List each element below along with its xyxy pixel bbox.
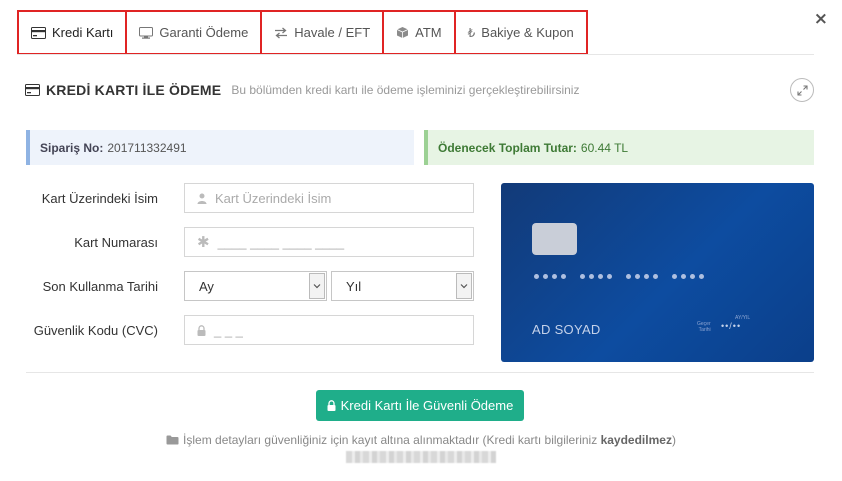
note-bold: kaydedilmez [600, 433, 672, 447]
card-holder-name: AD SOYAD [532, 322, 601, 337]
tab-divider [17, 54, 814, 55]
card-expiry-value: ••/•• [721, 321, 742, 331]
box-icon [396, 26, 409, 39]
secure-pay-label: Kredi Kartı İle Güvenli Ödeme [340, 398, 514, 413]
tab-credit-card[interactable]: Kredi Kartı [17, 10, 128, 55]
card-name-label: Kart Üzerindeki İsim [41, 191, 158, 206]
tab-balance-coupon[interactable]: ₺ Bakiye & Kupon [453, 10, 588, 55]
credit-card-icon [31, 26, 46, 39]
card-name-placeholder: Kart Üzerindeki İsim [215, 190, 332, 206]
credit-card-icon [25, 84, 40, 96]
card-number-dots [534, 274, 704, 279]
tab-atm[interactable]: ATM [382, 10, 456, 55]
cvc-label: Güvenlik Kodu (CVC) [33, 323, 158, 338]
user-icon [197, 193, 207, 204]
cvc-placeholder: _ _ _ [214, 322, 243, 338]
card-number-label: Kart Numarası [74, 235, 158, 250]
month-value: Ay [199, 278, 214, 294]
page-subtitle: Bu bölümden kredi kartı ile ödeme işlemi… [231, 83, 580, 97]
card-number-placeholder: ____ ____ ____ ____ [217, 234, 345, 250]
security-note: İşlem detayları güvenliğiniz için kayıt … [0, 433, 842, 447]
tab-transfer-eft[interactable]: Havale / EFT [260, 10, 385, 55]
lock-icon [327, 400, 336, 411]
redacted-text [346, 451, 496, 463]
note-suffix: ) [671, 433, 676, 447]
page-title: KREDİ KARTI İLE ÖDEME [46, 82, 222, 98]
cvc-input[interactable]: _ _ _ [184, 315, 474, 345]
tab-label: ATM [415, 25, 442, 40]
order-number-value: 201711332491 [107, 140, 187, 155]
order-number-label: Sipariş No: [40, 140, 104, 155]
form-divider [26, 372, 814, 373]
expiry-label: Son Kullanma Tarihi [42, 279, 158, 294]
asterisk-icon: ✱ [197, 233, 210, 251]
total-amount-value: 60.44 TL [580, 140, 629, 155]
tab-label: Havale / EFT [294, 25, 371, 40]
section-header: KREDİ KARTI İLE ÖDEME Bu bölümden kredi … [25, 82, 579, 98]
monitor-icon [139, 26, 154, 39]
expiry-month-select[interactable]: Ay [184, 271, 327, 301]
chevron-down-icon [456, 273, 472, 299]
expand-button[interactable] [790, 78, 814, 102]
lira-icon: ₺ [467, 25, 476, 40]
tab-label: Garanti Ödeme [159, 25, 249, 40]
card-number-input[interactable]: ✱ ____ ____ ____ ____ [184, 227, 474, 257]
secure-pay-button[interactable]: Kredi Kartı İle Güvenli Ödeme [316, 390, 524, 421]
card-expiry-label: Geçer Tarihi [697, 321, 711, 333]
tab-label: Bakiye & Kupon [481, 25, 574, 40]
year-value: Yıl [346, 278, 362, 294]
tab-guarantee-payment[interactable]: Garanti Ödeme [125, 10, 263, 55]
lock-icon [197, 324, 206, 336]
total-amount-label: Ödenecek Toplam Tutar: [438, 140, 577, 155]
folder-icon [166, 435, 179, 445]
close-button[interactable]: × [814, 9, 828, 29]
tab-label: Kredi Kartı [52, 25, 114, 40]
order-number-box: Sipariş No: 201711332491 [26, 130, 414, 165]
payment-tabs: Kredi Kartı Garanti Ödeme Havale / EFT A… [17, 10, 588, 55]
total-amount-box: Ödenecek Toplam Tutar: 60.44 TL [424, 130, 814, 165]
credit-card-preview: AD SOYAD AY/YIL Geçer Tarihi ••/•• [501, 183, 814, 362]
note-text: İşlem detayları güvenliğiniz için kayıt … [183, 433, 598, 447]
chevron-down-icon [309, 273, 325, 299]
card-chip [532, 223, 577, 255]
transfer-arrows-icon [274, 27, 288, 39]
card-name-input[interactable]: Kart Üzerindeki İsim [184, 183, 474, 213]
expiry-year-select[interactable]: Yıl [331, 271, 474, 301]
expand-icon [796, 84, 808, 96]
